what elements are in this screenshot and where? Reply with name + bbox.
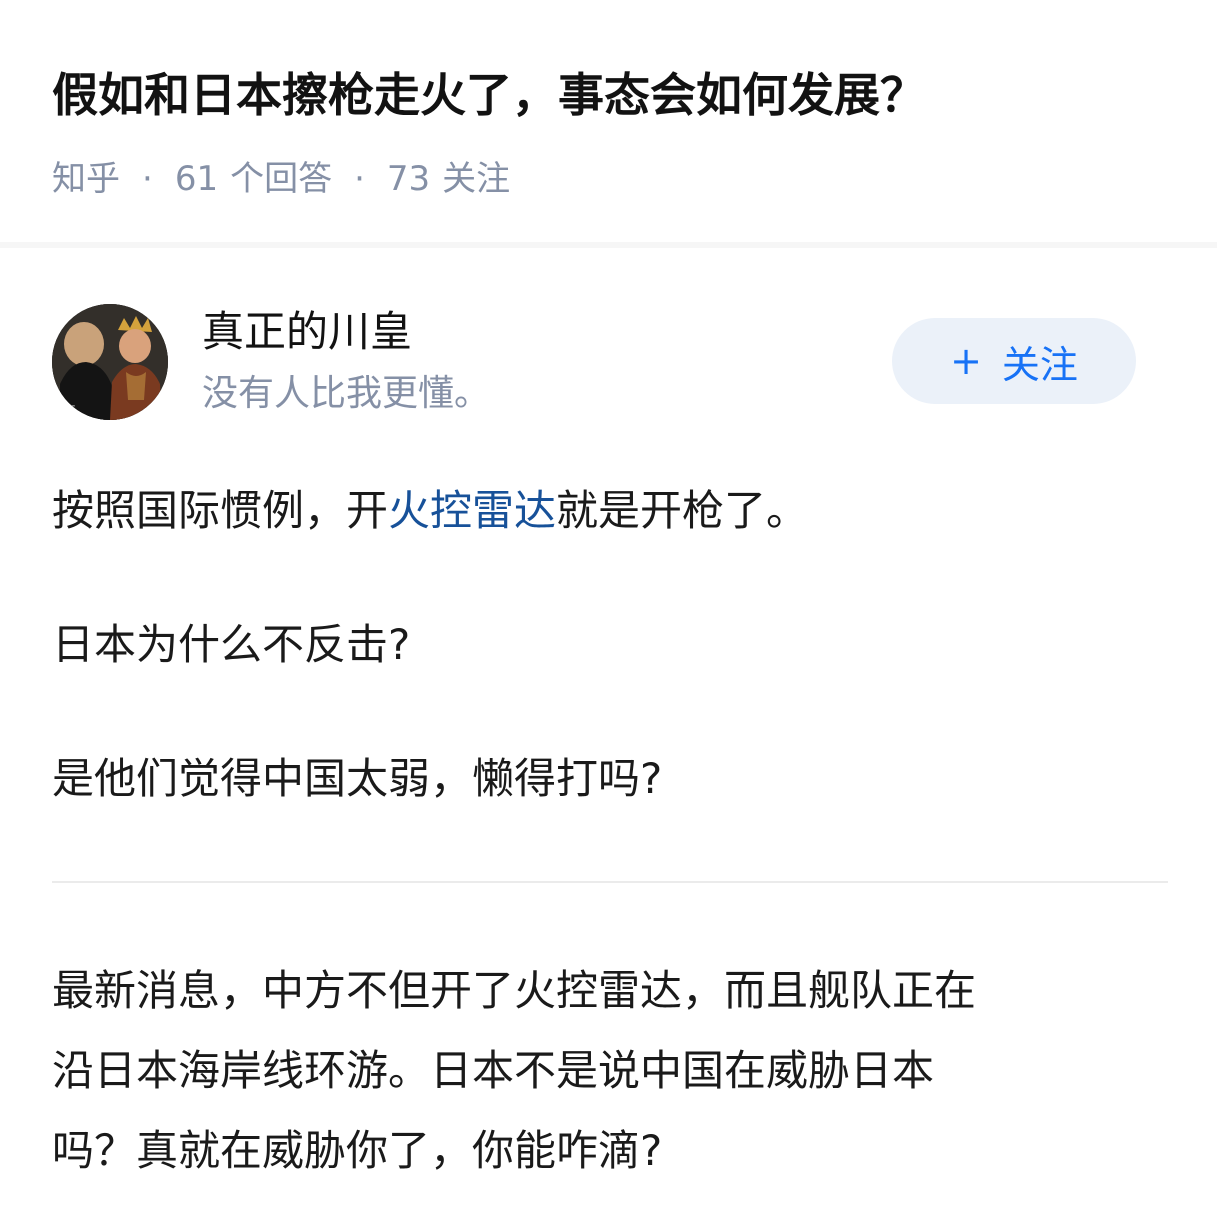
answer-paragraph: 是他们觉得中国太弱，懒得打吗?	[52, 754, 663, 803]
source-label[interactable]: 知乎	[52, 156, 120, 202]
meta-separator: ·	[354, 159, 365, 199]
follower-count-label: 关注	[442, 159, 511, 199]
avatar-image: ME	[52, 304, 168, 420]
avatar[interactable]: ME	[52, 304, 168, 420]
follow-button-label: 关注	[1001, 342, 1078, 387]
keyword-link[interactable]: 火控雷达	[388, 486, 556, 535]
svg-text:ME: ME	[62, 405, 76, 415]
answer-paragraph-line: 沿日本海岸线环游。日本不是说中国在威胁日本	[52, 1046, 935, 1095]
section-divider	[0, 242, 1217, 248]
question-title[interactable]: 假如和日本擦枪走火了，事态会如何发展？	[52, 62, 926, 128]
answer-count: 61	[174, 159, 219, 199]
follower-count: 73	[386, 159, 431, 199]
follow-button[interactable]: + 关注	[892, 318, 1136, 404]
author-name[interactable]: 真正的川皇	[202, 304, 412, 360]
plus-icon: +	[950, 339, 982, 383]
answer-paragraph-line: 吗？真就在威胁你了，你能咋滴?	[52, 1126, 663, 1175]
author-bio: 没有人比我更懂。	[202, 373, 491, 414]
meta-separator: ·	[142, 159, 153, 199]
answer-text: 按照国际惯例，开	[52, 486, 389, 535]
divider	[52, 881, 1168, 883]
answer-count-label: 个回答	[230, 159, 333, 199]
question-header: 假如和日本擦枪走火了，事态会如何发展？ 知乎 · 61 个回答 · 73 关注	[0, 0, 1217, 244]
answer-text: 就是开枪了。	[556, 486, 809, 535]
answer-paragraph: 按照国际惯例，开火控雷达就是开枪了。	[52, 472, 808, 550]
answer-paragraph-line: 最新消息，中方不但开了火控雷达，而且舰队正在	[52, 966, 977, 1015]
question-meta: 知乎 · 61 个回答 · 73 关注	[52, 156, 510, 202]
answer-paragraph: 日本为什么不反击?	[52, 620, 411, 669]
